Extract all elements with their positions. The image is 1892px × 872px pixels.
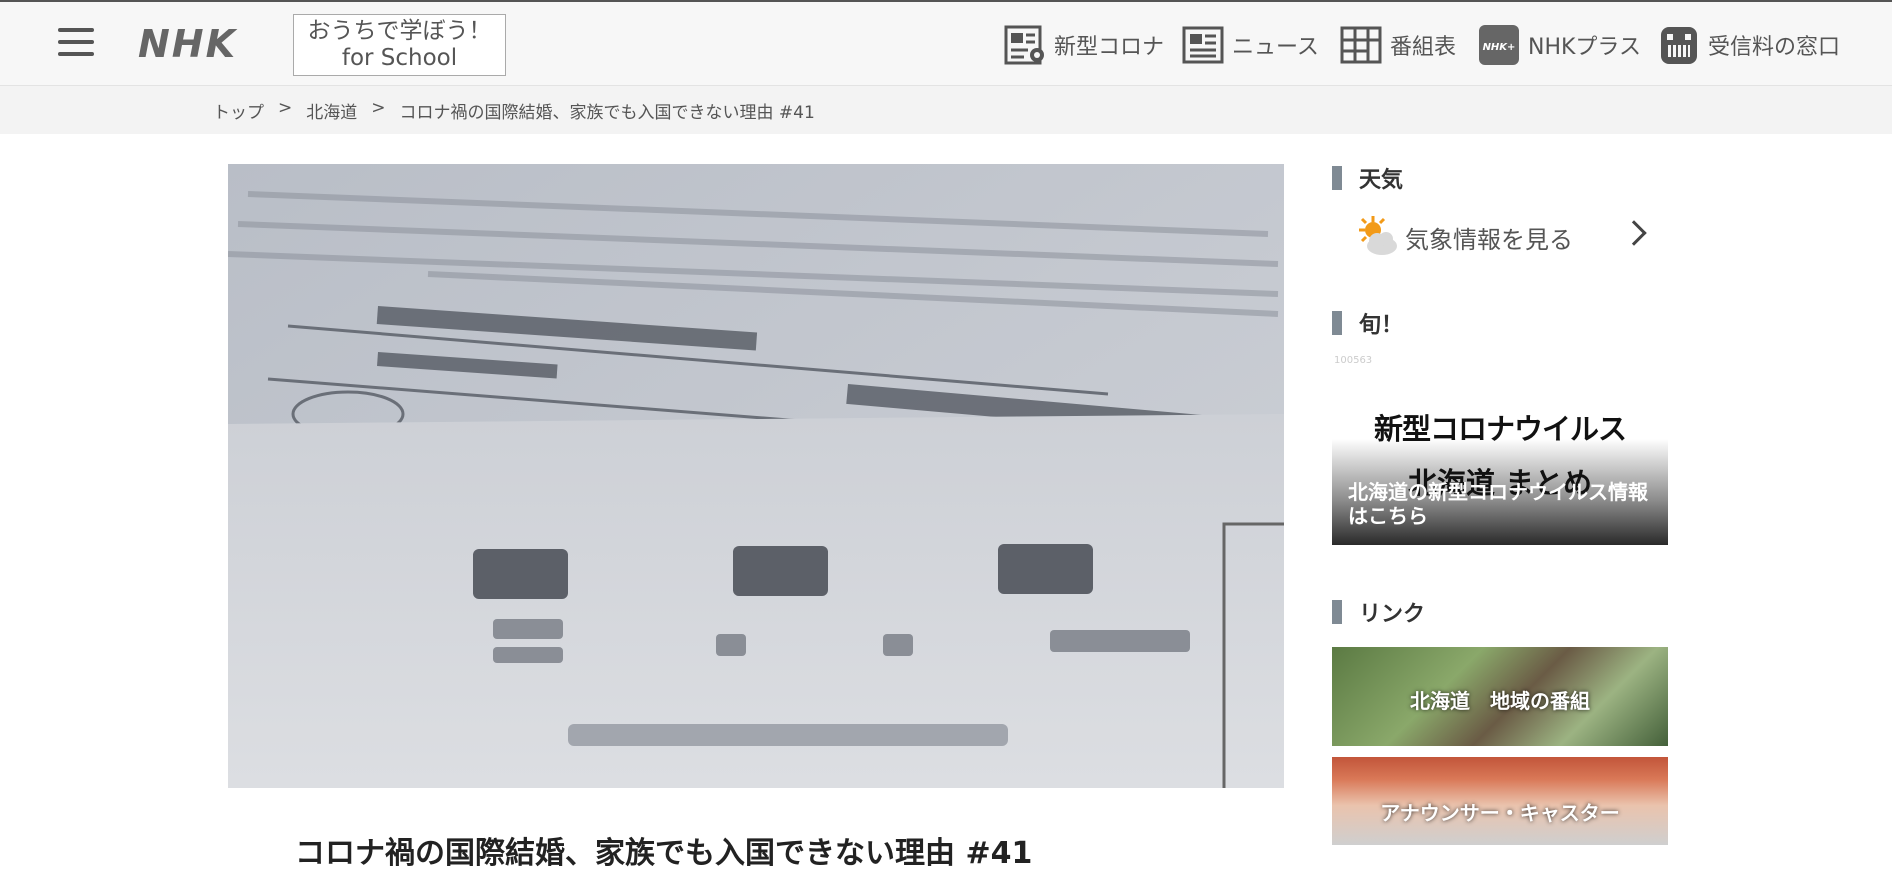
- nav-nhk-plus[interactable]: NHK+ NHKプラス: [1478, 22, 1641, 68]
- announcer-caster-label: アナウンサー・キャスター: [1380, 801, 1620, 825]
- breadcrumb-separator: >: [371, 98, 386, 118]
- heading-bar: [1332, 600, 1342, 624]
- weather-link-text: 気象情報を見る: [1405, 225, 1573, 254]
- weather-info-link[interactable]: 気象情報を見る: [1355, 212, 1655, 262]
- nav-corona-label: 新型コロナ: [1054, 35, 1165, 60]
- weather-heading: 天気: [1332, 162, 1403, 194]
- weather-heading-text: 天気: [1359, 168, 1404, 193]
- nav-nhk-plus-label: NHKプラス: [1528, 35, 1641, 60]
- heading-bar: [1332, 311, 1342, 335]
- shun-heading-text: 旬！: [1359, 313, 1404, 338]
- nav-news-label: ニュース: [1232, 35, 1319, 60]
- breadcrumb-hokkaido[interactable]: 北海道: [306, 98, 357, 123]
- ouchi-school-button[interactable]: おうちで学ぼう！ for School: [293, 14, 506, 76]
- link-heading: リンク: [1332, 596, 1425, 628]
- announcer-caster-link[interactable]: アナウンサー・キャスター: [1332, 757, 1668, 845]
- corona-news-icon: [1004, 25, 1044, 65]
- article-title: コロナ禍の国際結婚、家族でも入国できない理由 #41: [295, 836, 1033, 871]
- nav-news[interactable]: ニュース: [1182, 22, 1319, 68]
- card-id-label: 100563: [1334, 355, 1373, 366]
- breadcrumb: トップ > 北海道 > コロナ禍の国際結婚、家族でも入国できない理由 #41: [213, 98, 815, 123]
- domo-icon: [1661, 27, 1697, 64]
- link-heading-text: リンク: [1359, 602, 1426, 627]
- breadcrumb-bar: トップ > 北海道 > コロナ禍の国際結婚、家族でも入国できない理由 #41: [0, 86, 1892, 134]
- heading-bar: [1332, 166, 1342, 190]
- nav-corona[interactable]: 新型コロナ: [1004, 22, 1164, 68]
- breadcrumb-current: コロナ禍の国際結婚、家族でも入国できない理由 #41: [399, 103, 815, 123]
- hokkaido-programs-link[interactable]: 北海道 地域の番組: [1332, 647, 1668, 746]
- hokkaido-programs-label: 北海道 地域の番組: [1410, 689, 1590, 713]
- breadcrumb-top[interactable]: トップ: [213, 98, 264, 123]
- nhk-logo[interactable]: NHK: [138, 22, 237, 66]
- corona-summary-card[interactable]: 新型コロナウイルス 北海道 まとめ 北海道の新型コロナウイルス情報はこちら: [1332, 368, 1668, 545]
- article-hero-image: [228, 164, 1284, 788]
- nav-program-table-label: 番組表: [1390, 35, 1457, 60]
- news-icon: [1182, 26, 1224, 64]
- nav-reception-fee-label: 受信料の窓口: [1708, 35, 1841, 60]
- nhk-plus-icon: NHK+: [1479, 25, 1519, 65]
- school-button-line1: おうちで学ぼう！: [307, 18, 492, 44]
- corona-card-caption: 北海道の新型コロナウイルス情報はこちら: [1348, 480, 1648, 528]
- nav-program-table[interactable]: 番組表: [1340, 22, 1456, 68]
- school-button-line2: for School: [341, 45, 458, 71]
- program-table-icon: [1340, 26, 1382, 64]
- sun-cloud-icon: [1359, 216, 1397, 255]
- site-header: NHK おうちで学ぼう！ for School 新型コロナ ニュース 番組表 N…: [0, 0, 1892, 86]
- shun-heading: 旬！: [1332, 307, 1403, 339]
- marriage-registration-photo: [228, 164, 1284, 788]
- menu-icon[interactable]: [58, 28, 94, 60]
- chevron-right-icon: [1621, 220, 1647, 246]
- nav-reception-fee[interactable]: 受信料の窓口: [1658, 22, 1840, 68]
- corona-card-title: 新型コロナウイルス: [1373, 412, 1627, 446]
- svg-text:NHK+: NHK+: [1483, 42, 1516, 53]
- breadcrumb-separator: >: [278, 98, 293, 118]
